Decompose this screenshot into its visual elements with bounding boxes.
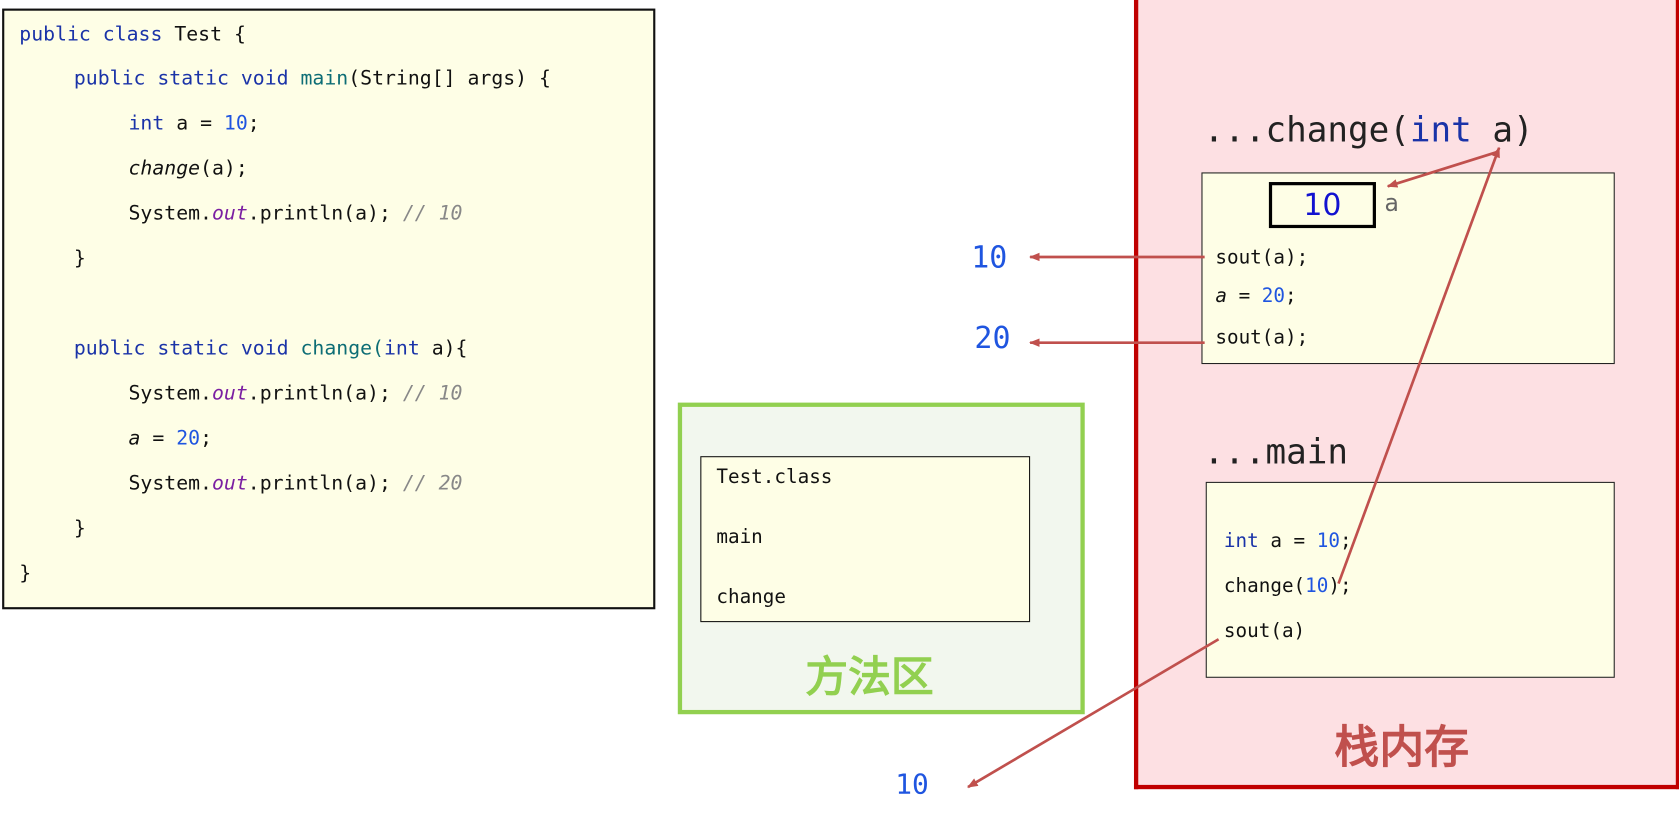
- arrow-param-to-value: [1386, 150, 1498, 188]
- arrow-main-sout-to-output: [967, 638, 1220, 789]
- arrows-layer: [967, 146, 1501, 789]
- arrow-call-to-param: [1337, 146, 1501, 585]
